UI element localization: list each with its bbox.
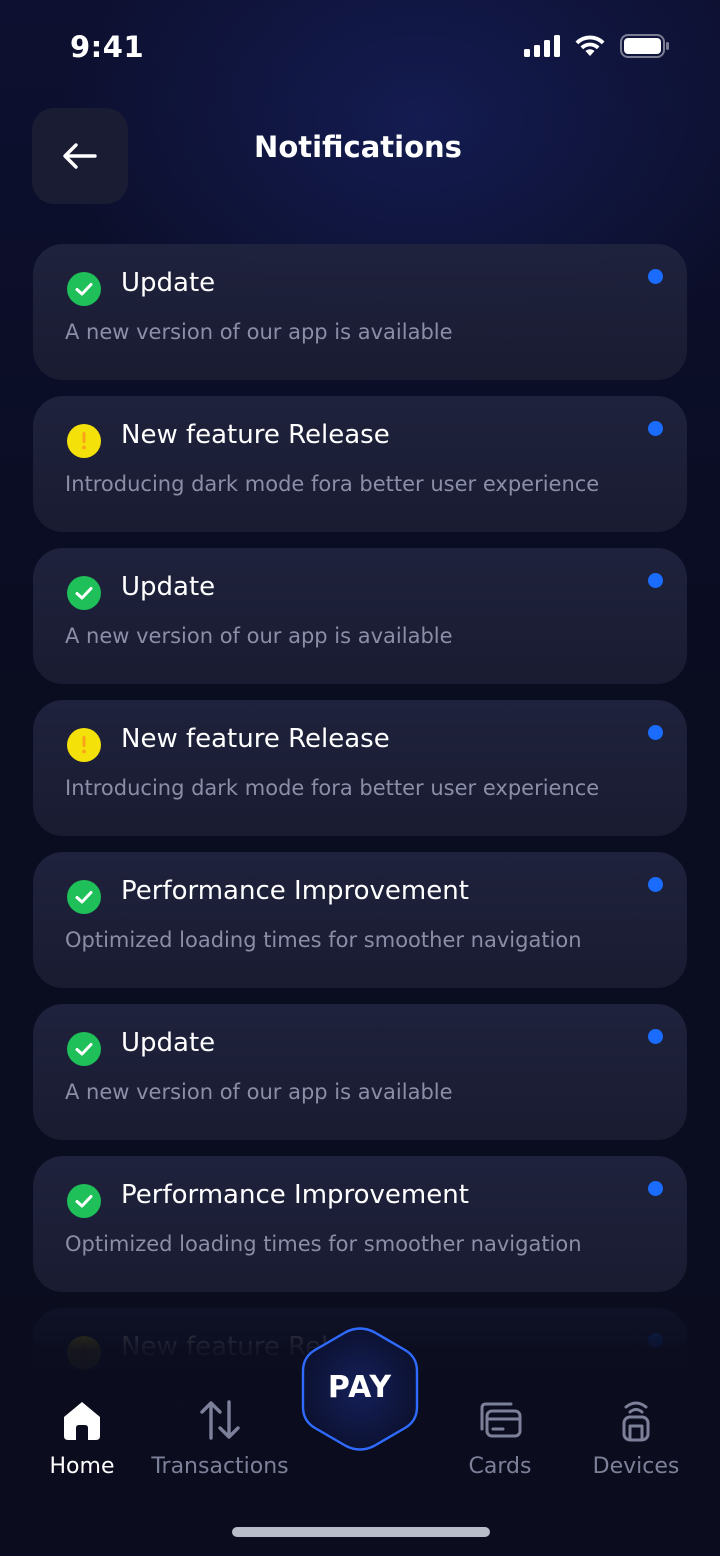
nav-transactions[interactable]: Transactions [150,1392,290,1492]
notification-title: New feature Release [121,420,390,450]
notification-title: Performance Improvement [121,876,469,906]
check-circle-icon [67,880,101,914]
notification-card[interactable]: Update A new version of our app is availa… [33,548,687,684]
nav-transactions-label: Transactions [151,1454,289,1479]
notification-description: Optimized loading times for smoother nav… [65,1232,582,1256]
unread-dot [648,1181,663,1196]
exclamation-circle-icon [67,424,101,458]
credit-card-icon [480,1402,522,1438]
pay-label: PAY [327,1370,393,1405]
notification-title: Update [121,1028,216,1058]
unread-dot [648,1029,663,1044]
battery-icon [620,34,669,58]
status-bar: 9:41 [0,0,720,96]
signal-icon [524,35,560,57]
nav-cards[interactable]: Cards [430,1392,570,1492]
home-indicator [232,1527,490,1537]
notification-title: Performance Improvement [121,1180,469,1210]
pay-button[interactable]: PAY [300,1326,420,1452]
notification-card[interactable]: Performance Improvement Optimized loading… [33,852,687,988]
notification-card[interactable]: New feature Release Introducing dark mode… [33,396,687,532]
page-title: Notifications [254,130,462,164]
device-signal-icon [622,1401,650,1442]
unread-dot [648,877,663,892]
notification-card[interactable]: New feature Release Introducing dark mode… [33,700,687,836]
unread-dot [648,421,663,436]
unread-dot [648,1333,663,1348]
notification-card[interactable]: Update A new version of our app is availa… [33,1004,687,1140]
check-circle-icon [67,272,101,306]
notification-description: Introducing dark mode fora better user e… [65,776,600,800]
check-circle-icon [67,1032,101,1066]
home-icon [64,1402,100,1440]
status-time: 9:41 [70,30,145,64]
notification-description: Optimized loading times for smoother nav… [65,928,582,952]
notification-title: New feature Release [121,724,390,754]
notification-description: A new version of our app is available [65,624,453,648]
notification-list: Update A new version of our app is availa… [33,244,687,1460]
nav-home-label: Home [49,1454,115,1479]
notifications-screen: 9:41 Notifications Update A new version … [0,0,720,1556]
notification-description: A new version of our app is available [65,320,453,344]
nav-cards-label: Cards [468,1454,532,1479]
unread-dot [648,269,663,284]
nav-devices[interactable]: Devices [566,1392,706,1492]
status-icons [524,34,670,58]
notification-description: A new version of our app is available [65,1080,453,1104]
check-circle-icon [67,576,101,610]
wifi-icon [575,35,605,56]
notification-title: Update [121,268,216,298]
unread-dot [648,573,663,588]
nav-devices-label: Devices [592,1454,680,1479]
arrows-up-down-icon [200,1400,240,1440]
notification-card[interactable]: Performance Improvement Optimized loading… [33,1156,687,1292]
exclamation-circle-icon [67,1336,101,1370]
notification-card[interactable]: Update A new version of our app is availa… [33,244,687,380]
notification-title: Update [121,572,216,602]
exclamation-circle-icon [67,728,101,762]
check-circle-icon [67,1184,101,1218]
unread-dot [648,725,663,740]
nav-home[interactable]: Home [12,1392,152,1492]
notification-description: Introducing dark mode fora better user e… [65,472,600,496]
